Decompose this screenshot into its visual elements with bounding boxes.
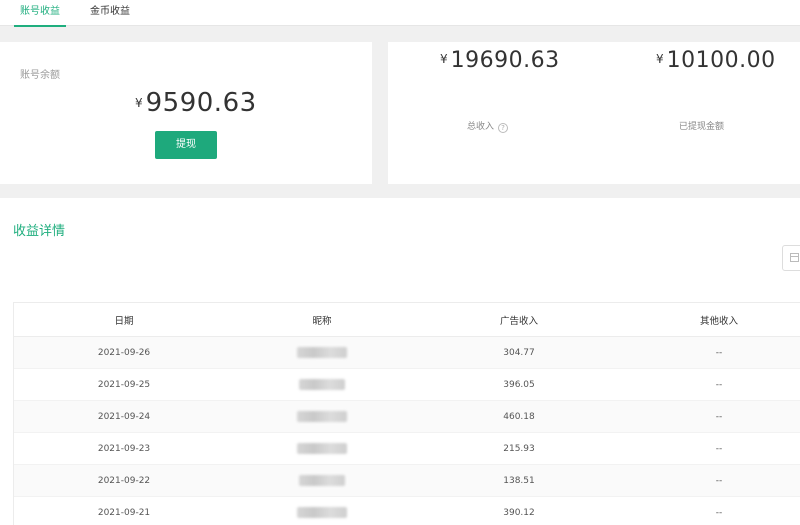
cell-date: 2021-09-26 [97,347,151,358]
cell-nickname-blurred [282,379,362,390]
tab-account-income[interactable]: 账号收益 [14,0,66,27]
balance-amount: ¥9590.63 [135,88,257,118]
help-icon[interactable]: ? [498,123,509,133]
currency-symbol: ¥ [656,52,664,66]
tab-coin-income[interactable]: 金币收益 [90,0,130,26]
currency-symbol: ¥ [440,52,448,66]
cell-date: 2021-09-25 [97,379,151,390]
cell-other-income: -- [715,379,723,390]
cell-other-income: -- [715,475,723,486]
total-income-amount: ¥19690.63 [440,48,560,73]
income-table: 日期 昵称 广告收入 其他收入 2021-09-26 304.77 -- 202… [13,302,800,525]
column-header-other-income: 其他收入 [699,315,738,327]
balance-value: 9590.63 [145,88,257,118]
cell-nickname-blurred [282,475,362,486]
cell-other-income: -- [715,347,723,358]
cell-nickname-blurred [282,411,362,422]
cell-other-income: -- [715,411,723,422]
table-row: 2021-09-21 390.12 -- [14,497,800,525]
table-row: 2021-09-23 215.93 -- [14,433,800,465]
cell-ad-income: 396.05 [503,379,535,390]
withdrawn-value: 10100.00 [666,48,776,73]
cell-ad-income: 304.77 [503,347,535,358]
column-header-date: 日期 [114,315,134,327]
cell-date: 2021-09-24 [97,411,151,422]
cell-nickname-blurred [282,443,362,454]
withdrawn-amount: ¥10100.00 [656,48,776,73]
total-income-label-wrap: 总收入? [467,119,509,133]
table-row: 2021-09-25 396.05 -- [14,369,800,401]
cell-nickname-blurred [282,507,362,518]
cell-date: 2021-09-23 [97,443,151,454]
withdraw-button[interactable]: 提现 [155,131,217,159]
column-header-ad-income: 广告收入 [499,315,538,327]
cell-ad-income: 460.18 [503,411,535,422]
table-header: 日期 昵称 广告收入 其他收入 [14,303,800,337]
income-details-section: 收益详情 日期 昵称 广告收入 其他收入 2021-09-26 304.77 -… [0,198,800,525]
cell-other-income: -- [715,443,723,454]
date-picker[interactable] [782,245,800,271]
balance-label: 账号余额 [20,70,60,81]
column-header-nickname: 昵称 [312,315,332,327]
cell-date: 2021-09-22 [97,475,151,486]
calendar-icon [790,253,799,262]
cell-other-income: -- [715,507,723,518]
tab-bar: 账号收益 金币收益 [0,0,800,27]
table-row: 2021-09-22 138.51 -- [14,465,800,497]
currency-symbol: ¥ [135,96,143,110]
cell-nickname-blurred [282,347,362,358]
total-income-value: 19690.63 [450,48,560,73]
table-row: 2021-09-24 460.18 -- [14,401,800,433]
withdrawn-label: 已提现金额 [679,122,725,132]
cell-ad-income: 138.51 [503,475,535,486]
cell-date: 2021-09-21 [97,507,151,518]
balance-card: 账号余额 ¥9590.63 [0,42,372,184]
table-row: 2021-09-26 304.77 -- [14,337,800,369]
total-income-label: 总收入 [467,122,495,132]
section-title: 收益详情 [13,224,66,239]
cell-ad-income: 215.93 [503,443,535,454]
cell-ad-income: 390.12 [503,507,535,518]
